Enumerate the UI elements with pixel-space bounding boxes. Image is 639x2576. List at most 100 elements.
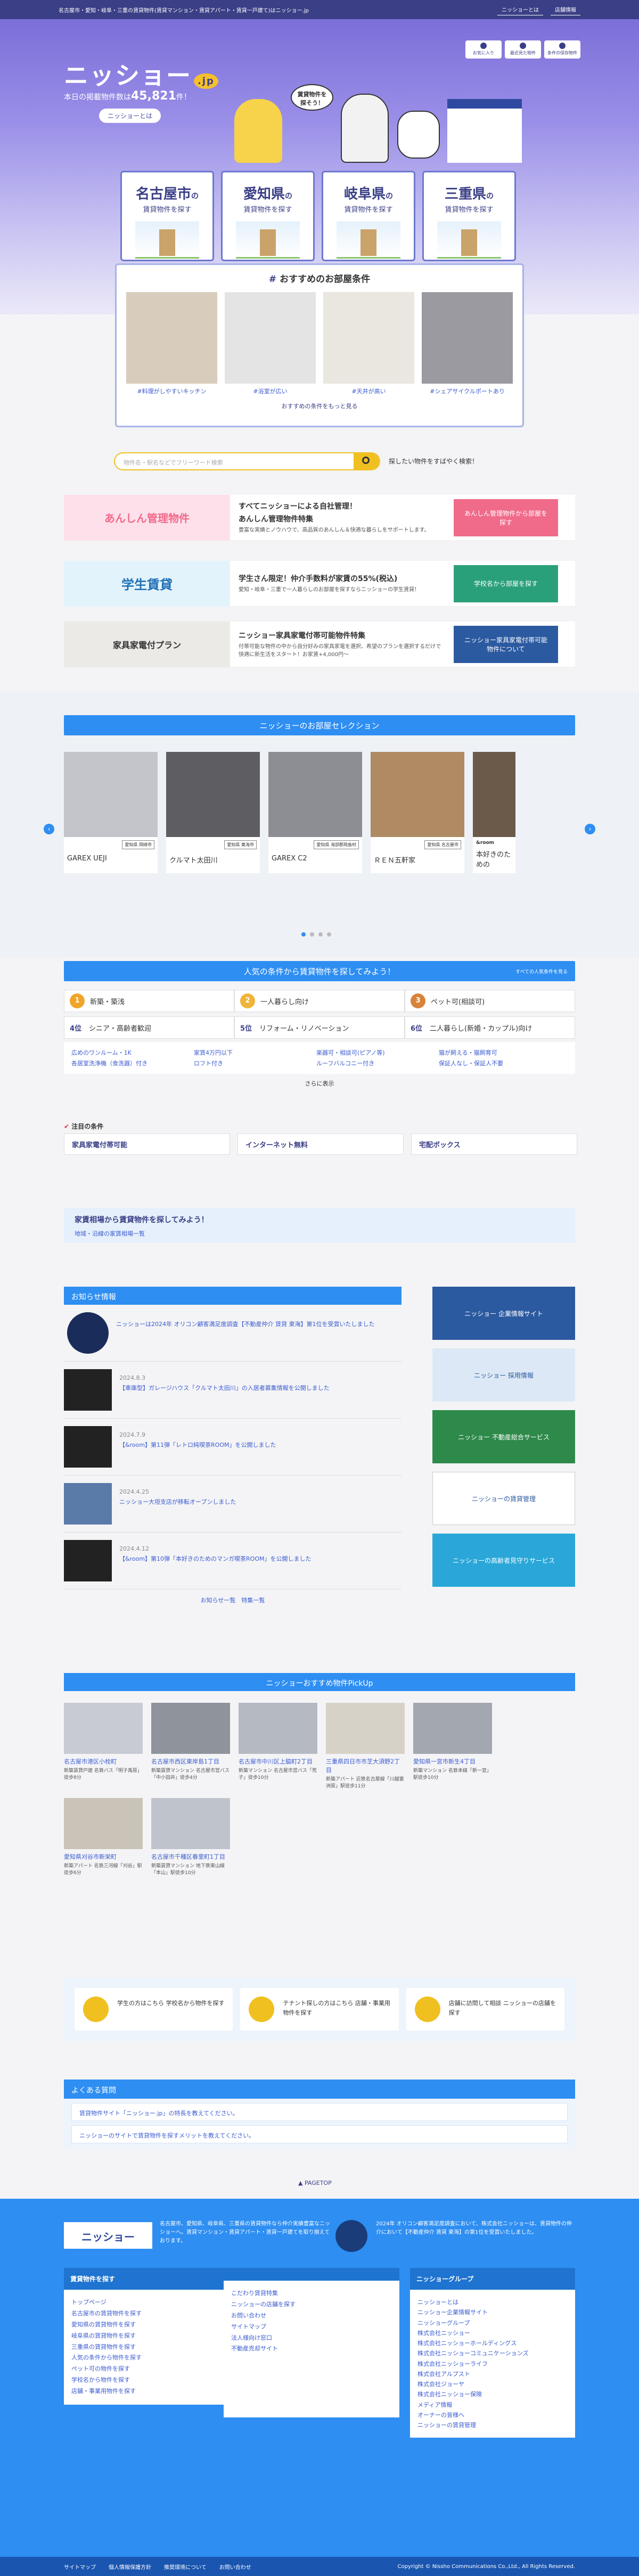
condition-item[interactable]: 2 一人暮らし向け <box>234 990 405 1012</box>
store-guide-card[interactable]: 店舗に訪問して相談 ニッショーの店舗を探す <box>406 1988 564 2031</box>
footer-link[interactable]: 岐阜県の賃貸物件を探す <box>71 2331 216 2342</box>
footer-link[interactable]: 株式会社ニッショー保険 <box>417 2389 568 2399</box>
condition-item[interactable]: 3 ペット可(相談可) <box>405 990 575 1012</box>
banner-furniture[interactable]: 家具家電付プラン ニッショー家具家電付帯可能物件特集 付帯可能な物件の中から自分好… <box>64 621 575 667</box>
condition-item[interactable]: 1 新築・築浅 <box>64 990 234 1012</box>
footer-link[interactable]: 愛知県の賃貸物件を探す <box>71 2320 216 2331</box>
saved-search-button[interactable]: 条件の保存物件 <box>544 40 580 59</box>
footer-link[interactable]: ニッショーの店舗を探す <box>231 2299 392 2310</box>
student-guide-card[interactable]: 学生の方はこちら 学校名から物件を探す <box>75 1988 233 2031</box>
condition-link[interactable]: ルーフバルコニー付き <box>316 1059 423 1067</box>
news-item[interactable]: 2024.4.25 ニッショー大垣支店が移転オープンしました <box>64 1476 402 1533</box>
footer-link[interactable]: こだわり賃貸特集 <box>231 2288 392 2299</box>
pickup-card[interactable]: 愛知県一宮市新生4丁目 新築マンション 名鉄本線「新一宮」駅徒歩10分 <box>413 1703 492 1790</box>
pref-aichi-button[interactable]: 愛知県の 賃貸物件を探す <box>221 171 315 261</box>
pickup-card[interactable]: 名古屋市中川区上脇町2丁目 新築マンション 名古屋市営バス「荒子」徒歩10分 <box>239 1703 317 1790</box>
stores-link[interactable]: 店舗情報 <box>551 4 580 15</box>
condition-item[interactable]: 5位 リフォーム・リノベーション <box>234 1016 405 1039</box>
selection-card[interactable]: 愛知県 海部郡飛島村 GAREX C2 <box>268 752 362 873</box>
carousel-dot[interactable] <box>301 932 306 937</box>
pickup-card[interactable]: 三重県四日市市芝大須野2丁目 新築アパート 近鉄名古屋線「川越富洲原」駅徒歩11分 <box>326 1703 405 1790</box>
footer-link[interactable]: 株式会社ニッショーコミュニケーションズ <box>417 2348 568 2358</box>
faq-item[interactable]: ニッショーのサイトで賃貸物件を探すメリットを教えてください。 <box>71 2125 568 2143</box>
footer-bottom-link[interactable]: 個人情報保護方針 <box>109 2563 151 2571</box>
condition-item[interactable]: 4位 シニア・高齢者歓迎 <box>64 1016 234 1039</box>
search-button[interactable] <box>354 453 379 469</box>
tenant-guide-card[interactable]: テナント探しの方はこちら 店舗・事業用物件を探す <box>240 1988 399 2031</box>
pagetop-link[interactable]: ▲ PAGETOP <box>298 2180 332 2186</box>
attention-item[interactable]: インターネット無料 <box>237 1133 404 1155</box>
news-item[interactable]: 2024.8.3 【車庫型】ガレージハウス「クルマト太田川」の入居者募集情報を公開… <box>64 1362 402 1419</box>
pref-gifu-button[interactable]: 岐阜県の 賃貸物件を探す <box>322 171 415 261</box>
footer-link[interactable]: ニッショーの賃貸管理 <box>417 2420 568 2430</box>
footer-link[interactable]: 株式会社ニッショーホールディングス <box>417 2338 568 2348</box>
footer-link[interactable]: 株式会社ジョーヤ <box>417 2379 568 2389</box>
pref-mie-button[interactable]: 三重県の 賃貸物件を探す <box>422 171 516 261</box>
rent-market-link[interactable]: 地域・沿線の家賃相場一覧 <box>75 1229 564 1238</box>
carousel-dot[interactable] <box>310 932 314 937</box>
condition-link[interactable]: 楽器可・相談可(ピアノ等) <box>316 1048 423 1057</box>
condition-link[interactable]: 猫が飼える・猫飼育可 <box>439 1048 545 1057</box>
news-list-link[interactable]: お知らせ一覧 <box>201 1597 236 1604</box>
freeword-search-input[interactable]: 物件名・駅名などでフリーワード検索 <box>114 452 380 470</box>
pickup-card[interactable]: 名古屋市西区東岸島1丁目 新築賃貸マンション 名古屋市営バス「中小田井」徒歩4分 <box>151 1703 230 1790</box>
feature-list-link[interactable]: 特集一覧 <box>241 1597 265 1604</box>
pickup-card[interactable]: 愛知県刈谷市新栄町 新築アパート 名鉄三河線「刈谷」駅徒歩6分 <box>64 1798 143 1876</box>
news-item[interactable]: ニッショーは2024年 オリコン顧客満足度調査【不動産仲介 賃貸 東海】第1位を… <box>64 1305 402 1362</box>
footer-bottom-link[interactable]: 推奨環境について <box>164 2563 207 2571</box>
carousel-next-button[interactable]: › <box>585 824 595 834</box>
attention-item[interactable]: 宅配ボックス <box>411 1133 577 1155</box>
carousel-dot[interactable] <box>327 932 331 937</box>
recommend-card[interactable]: #シェアサイクルポートあり <box>422 292 513 395</box>
footer-link[interactable]: ニッショーとは <box>417 2297 568 2307</box>
footer-bottom-link[interactable]: サイトマップ <box>64 2563 96 2571</box>
footer-link[interactable]: 店舗・事業用物件を探す <box>71 2386 216 2397</box>
banner-anshin[interactable]: あんしん管理物件 すべてニッショーによる自社管理！ あんしん管理物件特集 豊富な実績… <box>64 494 575 541</box>
footer-link[interactable]: サイトマップ <box>231 2322 392 2333</box>
condition-link[interactable]: 広めのワンルーム・1K <box>71 1048 178 1057</box>
side-banner[interactable]: ニッショー 企業情報サイト <box>432 1287 575 1340</box>
footer-link[interactable]: 株式会社アルプスト <box>417 2369 568 2379</box>
footer-link[interactable]: オーナーの皆様へ <box>417 2410 568 2420</box>
footer-link[interactable]: 株式会社ニッショー <box>417 2328 568 2338</box>
footer-link[interactable]: 名古屋市の賃貸物件を探す <box>71 2308 216 2320</box>
recommend-card[interactable]: #天井が高い <box>323 292 414 395</box>
carousel-prev-button[interactable]: ‹ <box>44 824 54 834</box>
recommend-more-link[interactable]: おすすめの条件をもっと見る <box>117 402 522 410</box>
footer-link[interactable]: 法人様向け窓口 <box>231 2333 392 2344</box>
history-button[interactable]: 最近見た物件 <box>505 40 541 59</box>
banner-student[interactable]: 学生賃貸 学生さん限定！仲介手数料が家賃の55%(税込) 愛知・岐阜・三重で一人暮… <box>64 560 575 607</box>
banner-button[interactable]: 学校名から部屋を探す <box>454 565 558 602</box>
footer-link[interactable]: 人気の条件から物件を探す <box>71 2353 216 2364</box>
side-banner[interactable]: ニッショーの高齢者見守りサービス <box>432 1534 575 1587</box>
condition-link[interactable]: 家賃4万円以下 <box>194 1048 300 1057</box>
pickup-card[interactable]: 名古屋市港区小栓町 新築賃貸戸建 名鉄バス「明子禹原」徒歩8分 <box>64 1703 143 1790</box>
show-more-button[interactable]: さらに表示 <box>64 1079 575 1088</box>
footer-link[interactable]: ニッショーグループ <box>417 2318 568 2328</box>
news-item[interactable]: 2024.4.12 【&room】第10弾「本好きのためのマンガ喫茶ROOM」を公… <box>64 1533 402 1589</box>
footer-link[interactable]: ニッショー企業情報サイト <box>417 2307 568 2317</box>
side-banner[interactable]: ニッショー 採用情報 <box>432 1348 575 1402</box>
conditions-more-link[interactable]: すべての人気条件を見る <box>515 968 568 975</box>
site-logo[interactable]: ニッショー .jp <box>64 56 218 92</box>
footer-bottom-link[interactable]: お問い合わせ <box>219 2563 251 2571</box>
condition-item[interactable]: 6位 二人暮らし(新婚・カップル)向け <box>405 1016 575 1039</box>
recommend-card[interactable]: #浴室が広い <box>225 292 316 395</box>
footer-link[interactable]: 三重県の賃貸物件を探す <box>71 2342 216 2353</box>
selection-card[interactable]: 愛知県 東海市 クルマト太田川 <box>166 752 260 873</box>
news-item[interactable]: 2024.7.9 【&room】第11弾「レトロ純喫茶ROOM」を公開しました <box>64 1419 402 1476</box>
about-link[interactable]: ニッショーとは <box>497 4 543 15</box>
about-button[interactable]: ニッショーとは <box>99 109 161 123</box>
footer-logo[interactable]: ニッショー <box>64 2222 152 2249</box>
footer-link[interactable]: 不動産売却サイト <box>231 2343 392 2355</box>
selection-card[interactable]: 愛知県 岡崎市 GAREX UEJI <box>64 752 158 873</box>
pref-nagoya-button[interactable]: 名古屋市の 賃貸物件を探す <box>120 171 214 261</box>
side-banner[interactable]: ニッショーの賃貸管理 <box>432 1472 575 1525</box>
pickup-card[interactable]: 名古屋市千種区春里町1丁目 新築賃貸マンション 地下鉄東山線「本山」駅徒歩10分 <box>151 1798 230 1876</box>
footer-link[interactable]: トップページ <box>71 2297 216 2308</box>
selection-card[interactable]: &room 本好きのための <box>473 752 515 873</box>
footer-link[interactable]: 学校名から物件を探す <box>71 2375 216 2386</box>
favorites-button[interactable]: お気に入り <box>465 40 502 59</box>
condition-link[interactable]: ロフト付き <box>194 1059 300 1067</box>
faq-item[interactable]: 賃貸物件サイト「ニッショー.jp」の特長を教えてください。 <box>71 2103 568 2121</box>
